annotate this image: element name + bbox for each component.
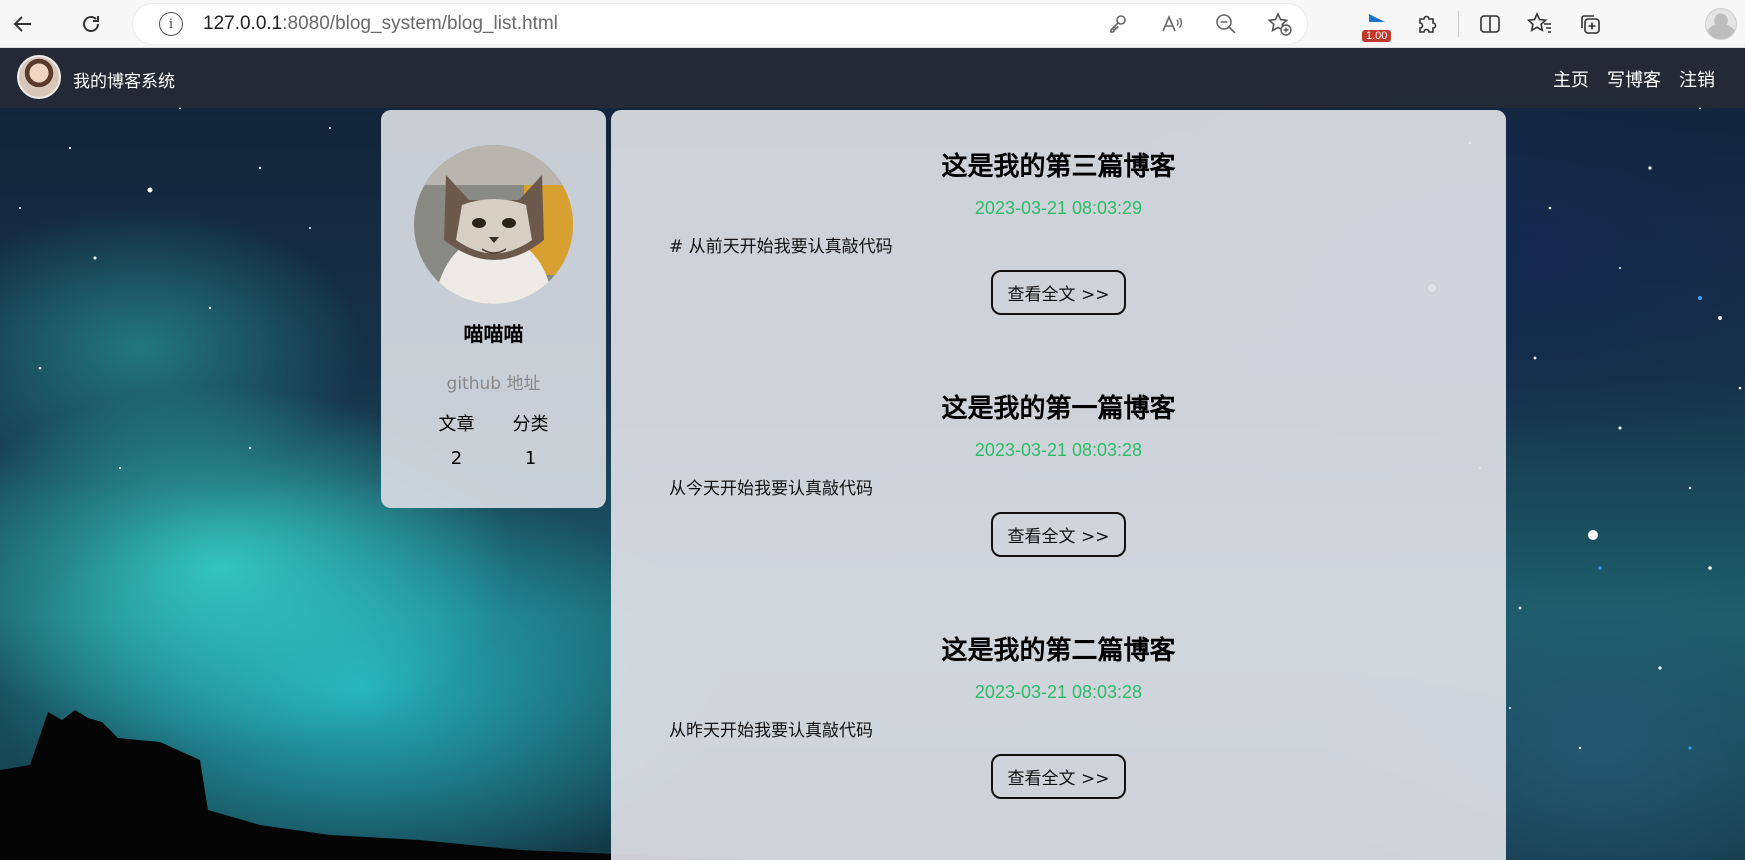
extension-flag-icon[interactable]: 1.00 [1352, 4, 1402, 44]
post-description: 从昨天开始我要认真敲代码 [669, 721, 873, 741]
post-date: 2023-03-21 08:03:28 [974, 440, 1143, 460]
site-title: 我的博客系统 [73, 72, 175, 92]
collections-icon[interactable] [1565, 4, 1615, 44]
favorites-icon[interactable] [1515, 4, 1565, 44]
post-title: 这是我的第三篇博客 [941, 152, 1176, 182]
post-title: 这是我的第二篇博客 [941, 636, 1176, 666]
stat-label-categories: 分类 [512, 414, 549, 435]
back-arrow-icon[interactable] [6, 7, 40, 41]
address-bar[interactable]: i 127.0.0.1:8080/blog_system/blog_list.h… [133, 4, 1307, 44]
url-path: :8080/blog_system/blog_list.html [282, 13, 558, 34]
extension-badge: 1.00 [1362, 30, 1392, 42]
toolbar-separator [1458, 11, 1459, 37]
post-date: 2023-03-21 08:03:28 [974, 682, 1143, 702]
stat-value-categories: 1 [524, 448, 537, 469]
nav-write-blog-link[interactable]: 写博客 [1607, 66, 1661, 92]
view-full-post-button[interactable]: 查看全文 >> [991, 270, 1126, 315]
url-host: 127.0.0.1 [203, 13, 283, 34]
post-description: # 从前天开始我要认真敲代码 [669, 237, 893, 257]
extensions-puzzle-icon[interactable] [1402, 4, 1452, 44]
read-aloud-icon[interactable] [1145, 4, 1199, 44]
user-stats: 文章 分类 2 1 [381, 410, 606, 469]
user-avatar [414, 145, 573, 304]
post-description: 从今天开始我要认真敲代码 [669, 479, 873, 499]
stat-label-articles: 文章 [438, 414, 475, 435]
site-logo-avatar[interactable] [17, 55, 61, 99]
zoom-out-icon[interactable] [1199, 4, 1253, 44]
split-screen-icon[interactable] [1465, 4, 1515, 44]
post-title: 这是我的第一篇博客 [941, 394, 1176, 424]
browser-profile-avatar[interactable] [1705, 8, 1737, 40]
site-navbar: 我的博客系统 主页 写博客 注销 [0, 48, 1745, 108]
profile-card: 喵喵喵 github 地址 文章 分类 2 1 [381, 110, 606, 508]
add-favorite-icon[interactable] [1253, 4, 1307, 44]
post-date: 2023-03-21 08:03:29 [974, 198, 1143, 218]
browser-toolbar: i 127.0.0.1:8080/blog_system/blog_list.h… [0, 0, 1745, 48]
nav-logout-link[interactable]: 注销 [1679, 66, 1715, 92]
view-full-post-button[interactable]: 查看全文 >> [991, 754, 1126, 799]
key-icon[interactable] [1091, 4, 1145, 44]
site-info-icon[interactable]: i [159, 12, 183, 36]
stat-value-articles: 2 [450, 448, 463, 469]
blog-list-card: 这是我的第三篇博客 2023-03-21 08:03:29 # 从前天开始我要认… [611, 110, 1506, 860]
url-text[interactable]: 127.0.0.1:8080/blog_system/blog_list.htm… [203, 13, 558, 35]
view-full-post-button[interactable]: 查看全文 >> [991, 512, 1126, 557]
nav-home-link[interactable]: 主页 [1553, 66, 1589, 92]
user-name: 喵喵喵 [463, 322, 524, 346]
refresh-icon[interactable] [74, 7, 108, 41]
github-link[interactable]: github 地址 [381, 369, 606, 394]
